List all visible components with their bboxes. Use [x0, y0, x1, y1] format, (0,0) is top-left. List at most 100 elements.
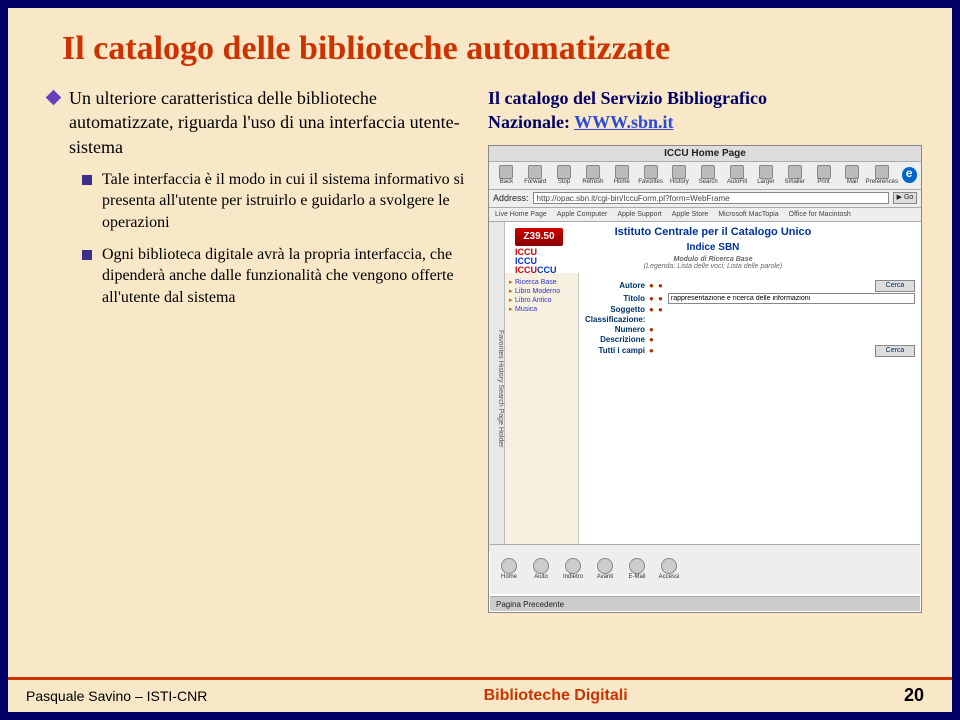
window-titlebar: ICCU Home Page	[489, 146, 921, 162]
accessi-icon	[661, 558, 677, 574]
bottom-toolbar: Home Aiuto Indietro Avanti E-Mail Access…	[490, 544, 920, 594]
back-nav-icon	[565, 558, 581, 574]
bullet-top-text: Un ulteriore caratteristica delle biblio…	[69, 86, 468, 159]
refresh-icon	[586, 165, 600, 179]
back-icon	[499, 165, 513, 179]
page-title: Istituto Centrale per il Catalogo Unico	[505, 222, 921, 242]
bookmarks-bar: Live Home Page Apple Computer Apple Supp…	[489, 208, 921, 222]
avanti-button[interactable]: Avanti	[590, 558, 620, 580]
forward-button[interactable]: Forward	[522, 165, 549, 185]
preferences-button[interactable]: Preferences	[868, 165, 896, 185]
forward-nav-icon	[597, 558, 613, 574]
numero-label: Numero	[585, 325, 645, 334]
bullet-sub1-text: Tale interfaccia è il modo in cui il sis…	[102, 169, 468, 234]
ricerca-link[interactable]: ▸Ricerca Base	[509, 278, 574, 286]
print-button[interactable]: Print	[810, 165, 837, 185]
right-column: Il catalogo del Servizio Bibliografico N…	[488, 86, 928, 613]
mail-button[interactable]: Mail	[839, 165, 866, 185]
autofill-icon	[730, 165, 744, 179]
slide-number: 20	[904, 685, 924, 706]
search-icon	[701, 165, 715, 179]
dots-icon[interactable]: ● ●	[649, 294, 664, 303]
favorites-button[interactable]: Favorites	[637, 165, 664, 185]
left-nav-panel: ▸Ricerca Base ▸Libro Moderno ▸Libro Anti…	[505, 273, 579, 552]
titolo-label: Titolo	[585, 294, 645, 303]
bookmark-mactopia[interactable]: Microsoft MacTopia	[718, 211, 778, 218]
bookmark-apple[interactable]: Apple Computer	[557, 211, 608, 218]
home-nav-button[interactable]: Home	[494, 558, 524, 580]
home-icon	[615, 165, 629, 179]
slide-title: Il catalogo delle biblioteche automatizz…	[8, 8, 952, 86]
descrizione-label: Descrizione	[585, 335, 645, 344]
form-title: Modulo di Ricerca Base (Legenda: Lista d…	[505, 253, 921, 273]
slide: Il catalogo delle biblioteche automatizz…	[8, 8, 952, 712]
side-tabs[interactable]: Favorites History Search Page Holder	[489, 222, 505, 552]
bookmark-live[interactable]: Live Home Page	[495, 211, 547, 218]
home-nav-icon	[501, 558, 517, 574]
search-button[interactable]: Search	[695, 165, 722, 185]
bookmark-support[interactable]: Apple Support	[617, 211, 661, 218]
form-area: ▸Ricerca Base ▸Libro Moderno ▸Libro Anti…	[505, 273, 921, 552]
caption-line1: Il catalogo del Servizio Bibliografico	[488, 88, 767, 108]
help-icon	[533, 558, 549, 574]
smaller-icon	[788, 165, 802, 179]
mail-icon	[845, 165, 859, 179]
right-caption: Il catalogo del Servizio Bibliografico N…	[488, 86, 928, 135]
ie-logo-icon	[902, 167, 917, 183]
preferences-icon	[875, 165, 889, 179]
email-icon	[629, 558, 645, 574]
slide-footer: Pasquale Savino – ISTI-CNR Biblioteche D…	[8, 677, 952, 712]
page-subtitle: Indice SBN	[505, 242, 921, 253]
bullet-sub2-text: Ogni biblioteca digitale avrà la propria…	[102, 244, 468, 309]
dots-icon[interactable]: ● ●	[649, 305, 664, 314]
musica-link[interactable]: ▸Musica	[509, 305, 574, 313]
accessi-button[interactable]: Accessi	[654, 558, 684, 580]
address-label: Address:	[493, 193, 529, 203]
sbn-link[interactable]: WWW.sbn.it	[574, 112, 673, 132]
email-button[interactable]: E-Mail	[622, 558, 652, 580]
stop-button[interactable]: Stop	[551, 165, 578, 185]
bookmark-store[interactable]: Apple Store	[672, 211, 709, 218]
home-button[interactable]: Home	[608, 165, 635, 185]
address-input[interactable]: http://opac.sbn.it/cgi-bin/IccuForm.pl?f…	[533, 192, 889, 204]
back-button[interactable]: Back	[493, 165, 520, 185]
indietro-button[interactable]: Indietro	[558, 558, 588, 580]
dots-icon[interactable]: ●	[649, 325, 655, 334]
forward-icon	[528, 165, 542, 179]
print-icon	[817, 165, 831, 179]
footer-author: Pasquale Savino – ISTI-CNR	[26, 688, 207, 704]
bullet-sub-2: Ogni biblioteca digitale avrà la propria…	[82, 244, 468, 309]
cerca-button-bottom[interactable]: Cerca	[875, 345, 915, 357]
page-body: Favorites History Search Page Holder Z39…	[489, 222, 921, 552]
caption-line2-pre: Nazionale:	[488, 112, 574, 132]
smaller-button[interactable]: Smaller	[781, 165, 808, 185]
autofill-button[interactable]: AutoFill	[724, 165, 751, 185]
browser-screenshot: ICCU Home Page Back Forward Stop Refresh…	[488, 145, 922, 613]
bookmark-office[interactable]: Office for Macintosh	[789, 211, 851, 218]
left-column: Un ulteriore caratteristica delle biblio…	[48, 86, 468, 613]
z39-badge: Z39.50	[515, 228, 563, 246]
favorites-icon	[644, 165, 658, 179]
titolo-input[interactable]	[668, 293, 915, 304]
tutti-label: Tutti i campi	[585, 346, 645, 355]
bullet-top: Un ulteriore caratteristica delle biblio…	[48, 86, 468, 159]
refresh-button[interactable]: Refresh	[579, 165, 606, 185]
dots-icon[interactable]: ● ●	[649, 281, 664, 290]
square-icon	[82, 175, 92, 185]
status-bar: Pagina Precedente	[490, 596, 920, 611]
page-main: Z39.50 ICCUICCUICCUCCU Istituto Centrale…	[505, 222, 921, 552]
go-button[interactable]: ▶ Go	[893, 192, 917, 204]
browser-toolbar: Back Forward Stop Refresh Home Favorites…	[489, 162, 921, 190]
larger-icon	[759, 165, 773, 179]
dots-icon[interactable]: ●	[649, 346, 655, 355]
history-button[interactable]: History	[666, 165, 693, 185]
classificazione-label: Classificazione:	[585, 315, 645, 324]
libro-antico-link[interactable]: ▸Libro Antico	[509, 296, 574, 304]
larger-button[interactable]: Larger	[752, 165, 779, 185]
footer-title: Biblioteche Digitali	[484, 687, 628, 705]
dots-icon[interactable]: ●	[649, 335, 655, 344]
cerca-button-top[interactable]: Cerca	[875, 280, 915, 292]
libro-moderno-link[interactable]: ▸Libro Moderno	[509, 287, 574, 295]
search-form: Autore● ●Cerca Titolo● ● Soggetto● ● Cla…	[579, 273, 921, 552]
aiuto-button[interactable]: Aiuto	[526, 558, 556, 580]
